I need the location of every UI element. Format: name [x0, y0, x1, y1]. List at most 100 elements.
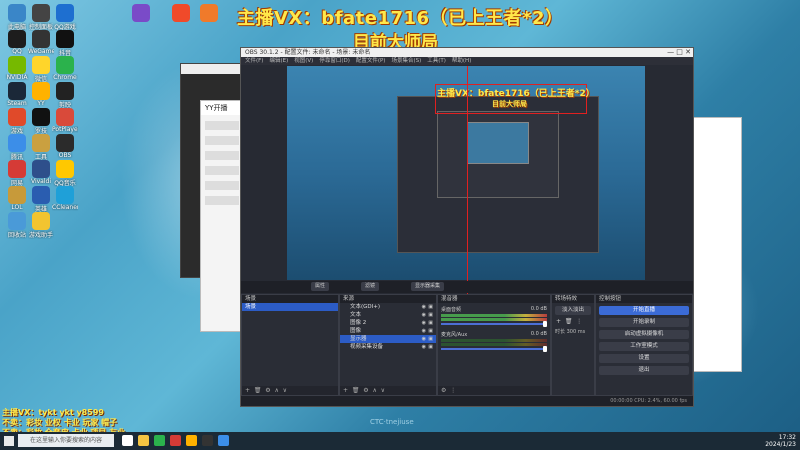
visibility-icon[interactable]: ◉ [422, 303, 426, 311]
source-item[interactable]: 文本(GDI+) ◉ ▣ [340, 303, 436, 311]
visibility-icon[interactable]: ◉ [422, 327, 426, 335]
background-window-light[interactable] [690, 117, 742, 372]
app-icon[interactable] [170, 435, 181, 446]
desktop-icon[interactable]: 腾讯 [4, 134, 30, 161]
desktop-icon[interactable]: CCleaner [52, 186, 78, 211]
desktop-icon[interactable]: YY [28, 82, 54, 107]
source-item[interactable]: 显示器 ◉ ▣ [340, 335, 436, 343]
desktop-icon[interactable]: 游戏 [4, 108, 30, 135]
visibility-icon[interactable]: ◉ [422, 311, 426, 319]
filters-button[interactable]: 滤镜 [361, 282, 380, 291]
menu-item[interactable]: 工具(T) [427, 58, 446, 64]
source-item[interactable]: 文本 ◉ ▣ [340, 311, 436, 319]
visibility-icon[interactable]: ◉ [422, 319, 426, 327]
lock-icon[interactable]: ▣ [428, 335, 433, 343]
lock-icon[interactable]: ▣ [428, 303, 433, 311]
desktop-icon[interactable]: QQ音乐 [52, 160, 78, 187]
display-capture-button[interactable]: 显示器采集 [411, 282, 445, 291]
desktop-icon-label: QQ [12, 48, 22, 55]
yy-icon[interactable] [186, 435, 197, 446]
lock-icon[interactable]: ▣ [428, 319, 433, 327]
desktop-icon[interactable]: LOL [4, 186, 30, 211]
desktop-icon[interactable] [196, 4, 222, 22]
transition-select[interactable]: 淡入淡出 [555, 306, 591, 315]
scenes-footer[interactable]: + 🗑 ⚙ ∧ ∨ [242, 386, 338, 395]
exit-button[interactable]: 退出 [599, 366, 689, 375]
desktop-icon[interactable]: 此电脑 [4, 4, 30, 31]
desktop-icon[interactable]: 罗技 [28, 108, 54, 135]
desktop-icon[interactable]: 网易 [4, 160, 30, 187]
obs-window[interactable]: OBS 30.1.2 - 配置文件: 未命名 - 场景: 未命名 — □ ✕ 文… [240, 47, 694, 407]
source-item[interactable]: 图像 2 ◉ ▣ [340, 319, 436, 327]
desktop-icon[interactable]: WeGame [28, 30, 54, 55]
mixer-channel[interactable]: 麦克风/Aux 0.0 dB [441, 331, 547, 353]
mixer-footer[interactable]: ⚙ ⋮ [438, 386, 550, 395]
desktop-icon[interactable]: QQ游戏 [52, 4, 78, 31]
desktop-icon[interactable]: 剪映 [52, 82, 78, 109]
desktop-icon[interactable] [128, 4, 154, 22]
menu-item[interactable]: 配置文件(P) [356, 58, 386, 64]
properties-button[interactable]: 属性 [311, 282, 330, 291]
transition-buttons[interactable]: + 🗑 ⋮ [552, 318, 594, 325]
task-view-icon[interactable] [122, 435, 133, 446]
start-recording-button[interactable]: 开始录制 [599, 318, 689, 327]
desktop-icon[interactable]: 游戏助手 [28, 212, 54, 239]
menu-item[interactable]: 编辑(E) [269, 58, 288, 64]
desktop-icon[interactable]: OBS [52, 134, 78, 159]
taskbar-search[interactable]: 在这里输入你要搜索的内容 [18, 434, 114, 447]
window-controls[interactable]: — □ ✕ [667, 48, 691, 57]
sources-footer[interactable]: + 🗑 ⚙ ∧ ∨ [340, 386, 436, 395]
obs-titlebar[interactable]: OBS 30.1.2 - 配置文件: 未命名 - 场景: 未命名 — □ ✕ [241, 48, 693, 57]
yy-window[interactable]: YY开播 [200, 100, 244, 332]
volume-slider[interactable] [441, 321, 547, 327]
desktop-icon[interactable]: Chrome [52, 56, 78, 81]
menu-item[interactable]: 文件(F) [245, 58, 263, 64]
app-icon [32, 82, 50, 100]
lock-icon[interactable]: ▣ [428, 327, 433, 335]
desktop-icon[interactable] [168, 4, 194, 22]
desktop-icon[interactable]: 控制面板 [28, 4, 54, 31]
window-titlebar[interactable] [181, 64, 243, 74]
list-item[interactable] [205, 196, 239, 205]
desktop-icon[interactable]: 回收站 [4, 212, 30, 239]
list-item[interactable] [205, 181, 239, 190]
mixer-channel[interactable]: 桌面音频 0.0 dB [441, 306, 547, 328]
obs-icon[interactable] [202, 435, 213, 446]
menu-item[interactable]: 停靠窗口(D) [319, 58, 350, 64]
app-icon-2[interactable] [218, 435, 229, 446]
source-item[interactable]: 图像 ◉ ▣ [340, 327, 436, 335]
settings-button[interactable]: 设置 [599, 354, 689, 363]
desktop-icon[interactable]: 抖音 [52, 30, 78, 57]
desktop-icon[interactable]: Steam [4, 82, 30, 107]
system-tray[interactable]: 17:32 2024/1/23 [765, 434, 796, 448]
list-item[interactable] [205, 151, 239, 160]
lock-icon[interactable]: ▣ [428, 311, 433, 319]
start-icon[interactable] [4, 436, 14, 446]
desktop-icon[interactable]: QQ [4, 30, 30, 55]
scene-item[interactable]: 场景 [242, 303, 338, 311]
file-explorer-icon[interactable] [138, 435, 149, 446]
list-item[interactable] [205, 136, 239, 145]
desktop-icon[interactable]: 微信 [28, 56, 54, 83]
menu-item[interactable]: 场景集合(S) [391, 58, 421, 64]
list-item[interactable] [205, 121, 239, 130]
list-item[interactable] [205, 166, 239, 175]
menu-item[interactable]: 帮助(H) [452, 58, 471, 64]
volume-slider[interactable] [441, 346, 547, 352]
menu-item[interactable]: 视图(V) [294, 58, 313, 64]
desktop-icon[interactable]: 工具 [28, 134, 54, 161]
desktop-icon[interactable]: PotPlayer [52, 108, 78, 133]
source-item[interactable]: 视频采集设备 ◉ ▣ [340, 343, 436, 351]
visibility-icon[interactable]: ◉ [422, 343, 426, 351]
studio-mode-button[interactable]: 工作室模式 [599, 342, 689, 351]
visibility-icon[interactable]: ◉ [422, 335, 426, 343]
desktop-icon[interactable]: 英雄 [28, 186, 54, 213]
lock-icon[interactable]: ▣ [428, 343, 433, 351]
browser-icon[interactable] [154, 435, 165, 446]
start-streaming-button[interactable]: 开始直播 [599, 306, 689, 315]
virtual-camera-button[interactable]: 启动虚拟摄像机 [599, 330, 689, 339]
obs-preview[interactable]: 主播VX：bfate1716（已上王者*2） 目前大师局 [287, 66, 645, 280]
desktop-icon[interactable]: Vivaldi [28, 160, 54, 185]
duration-value[interactable]: 300 ms [567, 329, 586, 335]
desktop-icon[interactable]: NVIDIA [4, 56, 30, 81]
